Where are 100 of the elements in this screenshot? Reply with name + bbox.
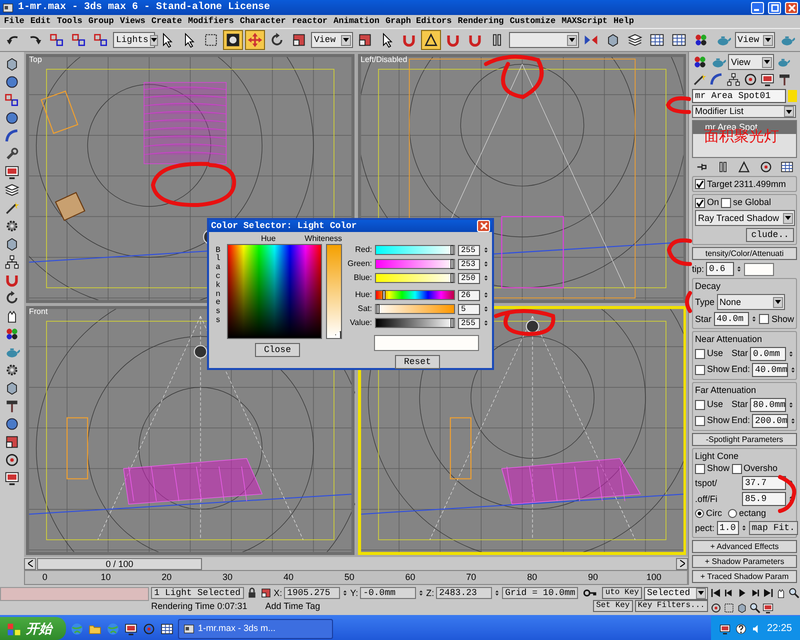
menu-item[interactable]: MAXScript bbox=[562, 16, 608, 27]
end-field[interactable]: 200.0m bbox=[752, 414, 788, 428]
menu-item[interactable]: reactor bbox=[292, 16, 328, 27]
material-editor-icon[interactable] bbox=[692, 54, 708, 70]
gradient-slider[interactable] bbox=[375, 304, 455, 314]
display-tab-icon[interactable] bbox=[760, 72, 775, 87]
close-icon[interactable] bbox=[788, 4, 796, 12]
bitmap-fit-button[interactable]: map Fit. bbox=[748, 521, 798, 535]
cube-icon[interactable] bbox=[4, 236, 20, 252]
start-button[interactable]: 开始 bbox=[0, 617, 66, 640]
menu-item[interactable]: Rendering bbox=[458, 16, 504, 27]
checkbox[interactable] bbox=[695, 198, 705, 208]
slider-thumb[interactable] bbox=[450, 318, 454, 328]
slider-thumb[interactable] bbox=[376, 304, 380, 314]
wrench-icon[interactable] bbox=[4, 146, 20, 162]
radio-button[interactable] bbox=[695, 509, 704, 518]
aspect-field[interactable]: 1.0 bbox=[716, 521, 739, 535]
four-squares-icon[interactable] bbox=[6, 620, 22, 636]
falloff-field[interactable]: 85.9 bbox=[742, 492, 786, 506]
close-dialog-button[interactable]: Close bbox=[254, 342, 300, 357]
menu-item[interactable]: Character bbox=[240, 16, 286, 27]
start-field[interactable]: 80.0mm bbox=[750, 398, 786, 412]
checkbox-label[interactable]: Show bbox=[707, 364, 730, 376]
hotspot-field[interactable]: 37.7 bbox=[742, 476, 786, 490]
start-field[interactable]: 40.0m bbox=[714, 312, 750, 326]
checkbox-label[interactable]: Use bbox=[707, 348, 724, 360]
slider-thumb[interactable] bbox=[450, 259, 454, 269]
modify-tab-icon[interactable] bbox=[709, 72, 724, 87]
channel-value-field[interactable]: 250 bbox=[458, 272, 480, 284]
grid-icon[interactable] bbox=[160, 622, 174, 636]
menu-item[interactable]: Customize bbox=[510, 16, 556, 27]
exclude-button[interactable]: clude.. bbox=[746, 228, 794, 242]
object-name-field[interactable]: mr Area Spot01 bbox=[692, 89, 786, 103]
checkbox-label[interactable]: Oversho bbox=[744, 463, 778, 474]
slider-thumb[interactable] bbox=[335, 330, 341, 339]
menu-item[interactable]: Views bbox=[120, 16, 146, 27]
radio-button[interactable] bbox=[728, 509, 737, 518]
checkbox-label[interactable]: On bbox=[707, 197, 720, 208]
hue-blackness-picker[interactable] bbox=[227, 244, 322, 339]
close-button[interactable] bbox=[785, 2, 798, 14]
radio-label[interactable]: Circ bbox=[706, 508, 722, 519]
gradient-slider[interactable] bbox=[375, 259, 455, 269]
checkbox-label[interactable]: Show bbox=[707, 463, 730, 474]
minimize-button[interactable] bbox=[751, 2, 764, 14]
menu-item[interactable]: Help bbox=[614, 16, 634, 27]
start-field[interactable]: 0.0mm bbox=[750, 346, 786, 361]
sphere-icon[interactable] bbox=[4, 416, 20, 432]
menu-item[interactable]: Tools bbox=[56, 16, 82, 27]
monitor-icon[interactable] bbox=[4, 470, 20, 486]
named-selection-dropdown[interactable] bbox=[509, 32, 579, 48]
square-icon[interactable] bbox=[4, 434, 20, 450]
menu-item[interactable]: Graph Editors bbox=[385, 16, 452, 27]
rollout-header[interactable]: tensity/Color/Attenuati bbox=[692, 247, 797, 260]
cube-icon[interactable] bbox=[4, 380, 20, 396]
monitor-icon[interactable] bbox=[4, 164, 20, 180]
rollout-header[interactable]: + Advanced Effects bbox=[692, 540, 797, 553]
slider-thumb[interactable] bbox=[450, 273, 454, 283]
coordinate-field[interactable]: -0.0mm bbox=[360, 587, 416, 599]
render-view-dropdown[interactable]: View bbox=[734, 32, 775, 48]
slider-thumb[interactable] bbox=[382, 290, 386, 300]
menu-item[interactable]: Group bbox=[88, 16, 114, 27]
key-mode-dropdown[interactable]: Selected bbox=[644, 586, 708, 600]
checkbox[interactable] bbox=[695, 464, 705, 474]
menu-item[interactable]: Animation bbox=[334, 16, 380, 27]
curve-icon[interactable] bbox=[4, 128, 20, 144]
dots-icon[interactable] bbox=[4, 326, 20, 342]
lock-icon[interactable] bbox=[246, 587, 258, 599]
coordinate-field[interactable]: 1905.275 bbox=[284, 587, 340, 599]
time-slider-track[interactable]: 0 / 100 bbox=[37, 557, 675, 570]
checkbox-label[interactable]: Target bbox=[707, 178, 732, 190]
help-icon[interactable] bbox=[734, 622, 747, 634]
angle-snap-icon[interactable] bbox=[421, 30, 442, 50]
checkbox[interactable] bbox=[721, 198, 732, 208]
next-frame-button[interactable] bbox=[676, 558, 688, 570]
close-button[interactable] bbox=[477, 220, 490, 232]
gear-icon[interactable] bbox=[4, 362, 20, 378]
menu-item[interactable]: File bbox=[4, 16, 24, 27]
app-icon[interactable] bbox=[183, 622, 195, 634]
checkbox-label[interactable]: Use bbox=[707, 399, 724, 410]
timeline-ruler[interactable]: 0 10 20 30 40 50 60 70 80 90 100 bbox=[24, 570, 688, 585]
hierarchy-tab-icon[interactable] bbox=[726, 72, 741, 87]
slider-thumb[interactable] bbox=[450, 245, 454, 255]
go-to-end-icon[interactable] bbox=[762, 587, 774, 599]
checkbox[interactable] bbox=[695, 400, 705, 410]
checkbox-label[interactable]: Show bbox=[771, 314, 794, 324]
reset-button[interactable]: Reset bbox=[394, 355, 440, 369]
zoom-icon[interactable] bbox=[788, 587, 800, 599]
viewport-label[interactable]: Top bbox=[29, 55, 42, 65]
viewport-label[interactable]: Front bbox=[29, 307, 48, 317]
whiteness-slider[interactable] bbox=[326, 244, 342, 339]
set-key-button[interactable]: Set Key bbox=[593, 600, 633, 612]
modifier-list-dropdown[interactable]: Modifier List bbox=[692, 105, 796, 118]
gradient-slider[interactable] bbox=[375, 290, 455, 300]
desktop-icon[interactable] bbox=[124, 622, 138, 636]
checkbox[interactable] bbox=[732, 464, 742, 474]
time-slider-thumb[interactable]: 0 / 100 bbox=[37, 558, 202, 570]
checkbox[interactable] bbox=[759, 314, 770, 324]
orbit-icon[interactable] bbox=[710, 602, 722, 614]
hierarchy-icon[interactable] bbox=[4, 254, 20, 270]
sphere-icon[interactable] bbox=[4, 74, 20, 90]
